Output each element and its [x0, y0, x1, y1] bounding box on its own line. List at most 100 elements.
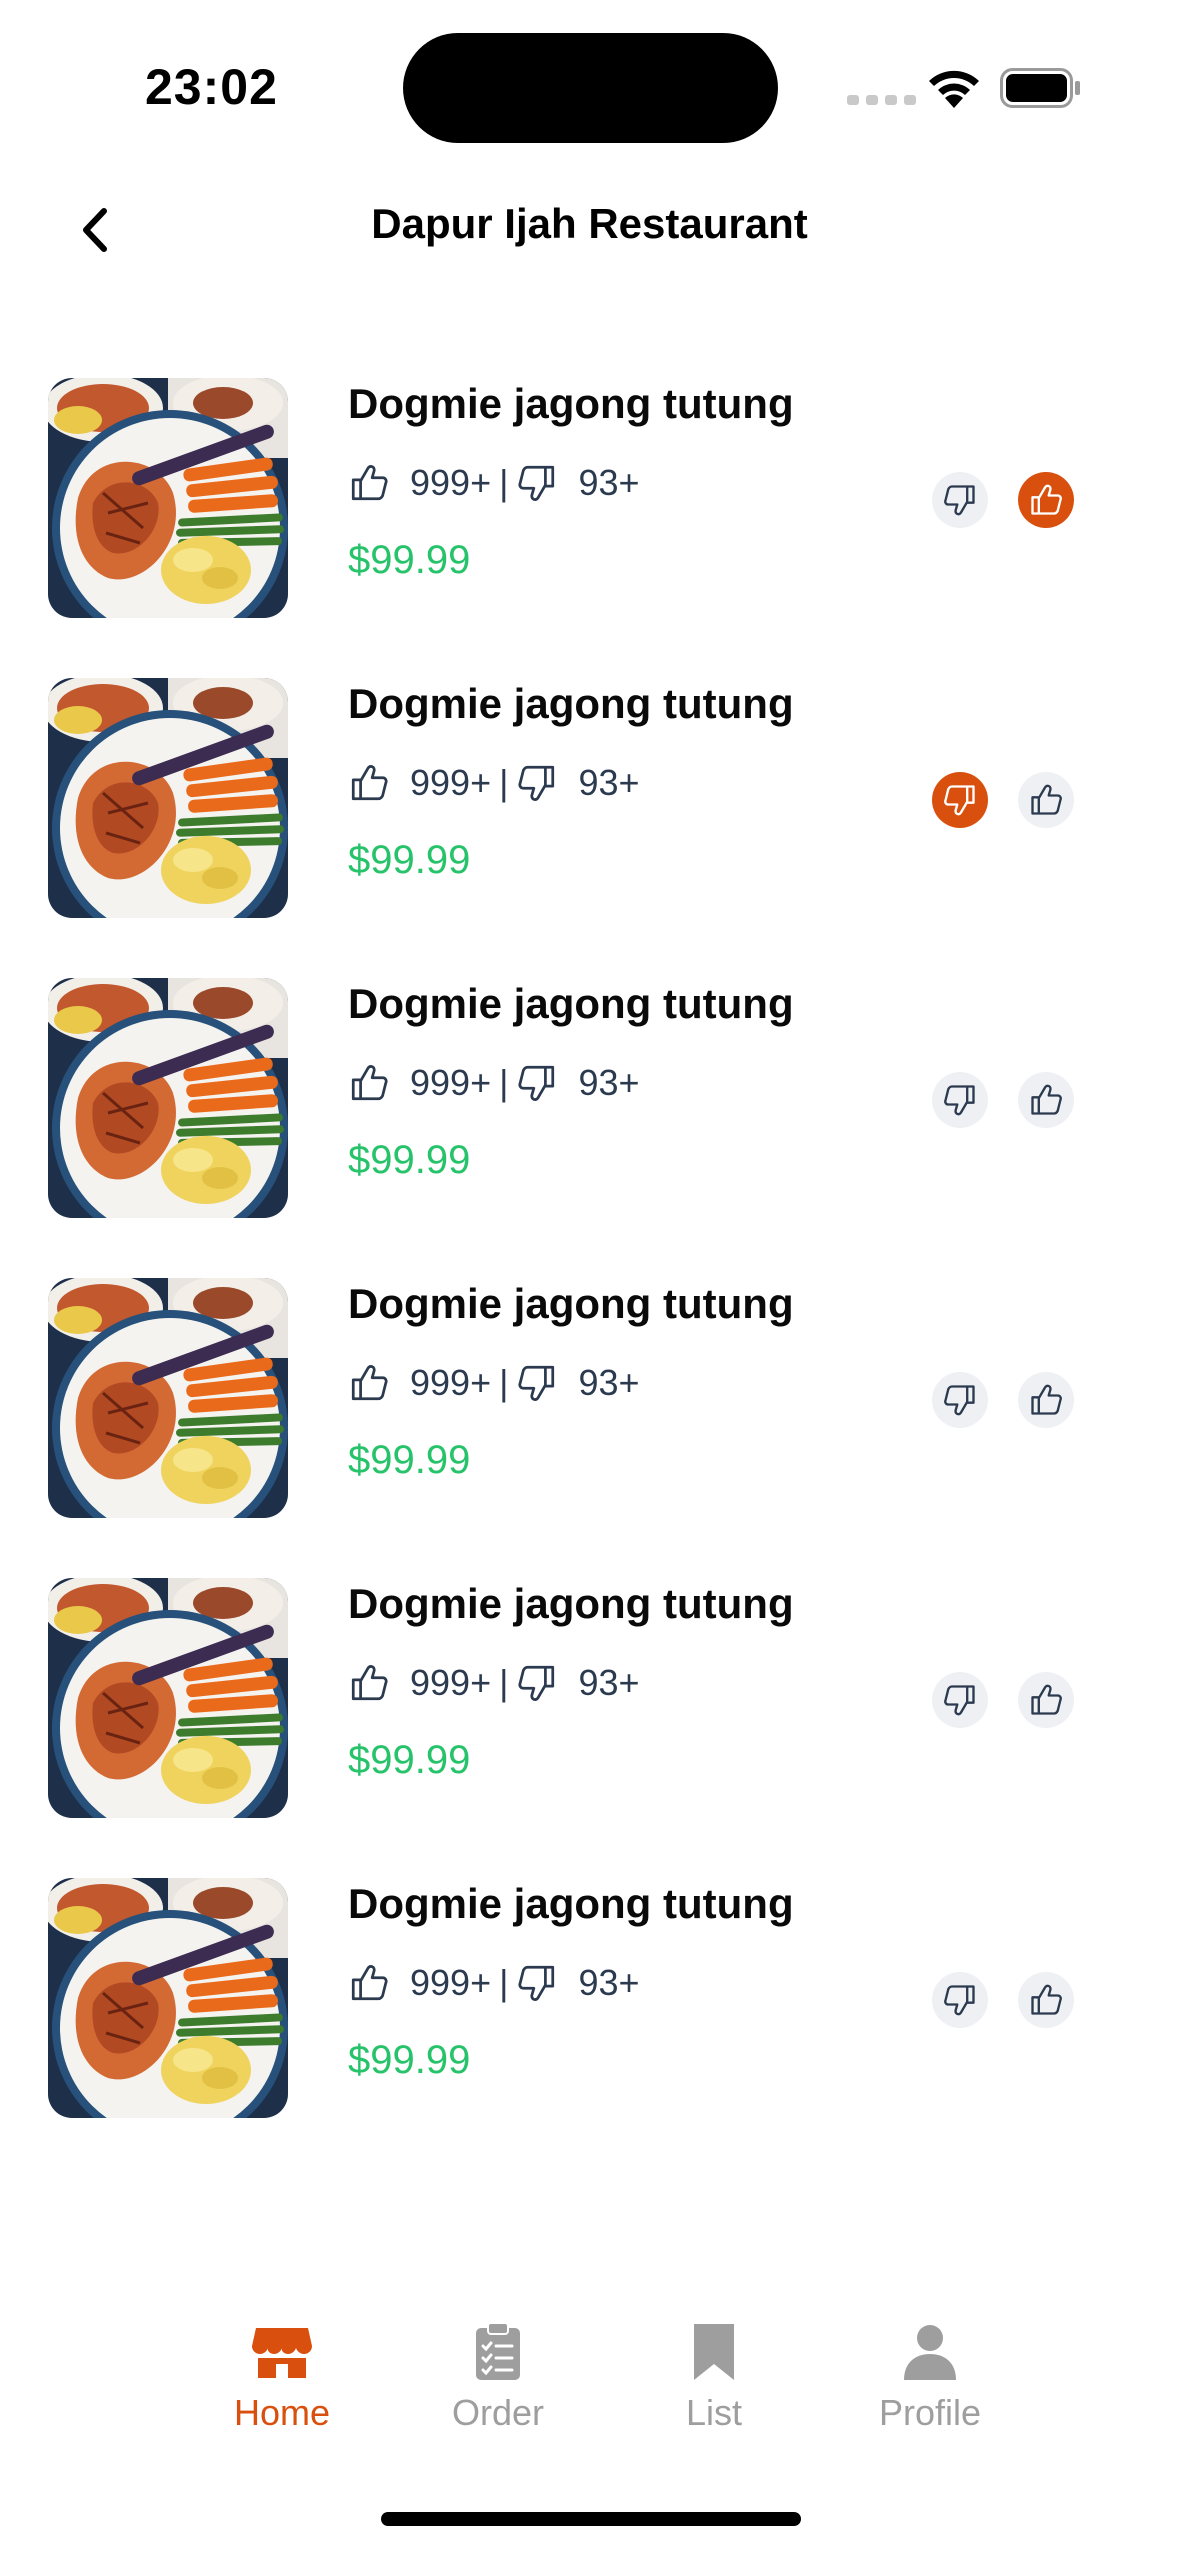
like-count: 999+ — [410, 1362, 492, 1403]
item-price: $99.99 — [348, 2038, 471, 2082]
menu-item[interactable]: Dogmie jagong tutung 999+ | 93+ $99.99 — [0, 970, 1179, 1230]
dislike-button[interactable] — [932, 1972, 988, 2028]
dislike-button[interactable] — [932, 1672, 988, 1728]
dislike-button[interactable] — [932, 472, 988, 528]
item-price: $99.99 — [348, 1138, 471, 1182]
food-image — [48, 1578, 288, 1818]
dislike-count: 93+ — [578, 1962, 640, 2003]
page-title: Dapur Ijah Restaurant — [371, 200, 808, 247]
dislike-count: 93+ — [578, 1062, 640, 1103]
stats-separator: | — [499, 762, 509, 803]
item-price: $99.99 — [348, 838, 471, 882]
stats-separator: | — [499, 1062, 509, 1103]
thumbs-down-icon — [942, 782, 978, 818]
dynamic-island — [403, 33, 778, 143]
like-count: 999+ — [410, 462, 492, 503]
tab-label: Order — [451, 2392, 545, 2433]
tab-label: Profile — [878, 2392, 982, 2433]
item-name: Dogmie jagong tutung — [348, 1580, 794, 1627]
like-button[interactable] — [1018, 1372, 1074, 1428]
item-name: Dogmie jagong tutung — [348, 1880, 794, 1927]
tab-order[interactable]: Order — [418, 2320, 578, 2434]
thumbs-up-icon — [1028, 1382, 1064, 1418]
person-icon — [898, 2320, 962, 2384]
menu-item[interactable]: Dogmie jagong tutung 999+ | 93+ $99.99 — [0, 1570, 1179, 1830]
tab-label: List — [685, 2392, 743, 2433]
like-count: 999+ — [410, 1662, 492, 1703]
status-time: 23:02 — [145, 59, 278, 115]
food-image — [48, 678, 288, 918]
menu-item[interactable]: Dogmie jagong tutung 999+ | 93+ $99.99 — [0, 1270, 1179, 1530]
like-count: 999+ — [410, 1962, 492, 2003]
thumbs-down-icon — [942, 1382, 978, 1418]
item-stats: 999+ | 93+ — [348, 1062, 640, 1104]
stats-separator: | — [499, 1362, 509, 1403]
thumbs-up-icon — [348, 1662, 390, 1704]
item-name: Dogmie jagong tutung — [348, 1280, 794, 1327]
thumbs-up-icon — [348, 1962, 390, 2004]
thumbs-up-icon — [1028, 1682, 1064, 1718]
thumbs-up-icon — [1028, 482, 1064, 518]
cellular-signal-icon — [847, 95, 916, 105]
item-stats: 999+ | 93+ — [348, 462, 640, 504]
thumbs-down-icon — [942, 482, 978, 518]
stats-separator: | — [499, 462, 509, 503]
dislike-button[interactable] — [932, 772, 988, 828]
thumbs-down-icon — [516, 762, 558, 804]
item-price: $99.99 — [348, 1438, 471, 1482]
like-count: 999+ — [410, 1062, 492, 1103]
dislike-count: 93+ — [578, 1362, 640, 1403]
dislike-count: 93+ — [578, 1662, 640, 1703]
thumbs-up-icon — [1028, 782, 1064, 818]
thumbs-down-icon — [942, 1682, 978, 1718]
menu-item[interactable]: Dogmie jagong tutung 999+ | 93+ $99.99 — [0, 670, 1179, 930]
wifi-icon — [929, 70, 979, 108]
store-icon — [250, 2320, 314, 2384]
like-button[interactable] — [1018, 1072, 1074, 1128]
home-indicator — [381, 2512, 801, 2526]
item-stats: 999+ | 93+ — [348, 1962, 640, 2004]
item-stats: 999+ | 93+ — [348, 762, 640, 804]
thumbs-up-icon — [348, 1062, 390, 1104]
like-button[interactable] — [1018, 1972, 1074, 2028]
thumbs-down-icon — [516, 1962, 558, 2004]
dislike-button[interactable] — [932, 1072, 988, 1128]
item-name: Dogmie jagong tutung — [348, 680, 794, 727]
tab-label: Home — [233, 2392, 331, 2433]
clipboard-icon — [466, 2320, 530, 2384]
item-stats: 999+ | 93+ — [348, 1662, 640, 1704]
like-count: 999+ — [410, 762, 492, 803]
item-name: Dogmie jagong tutung — [348, 380, 794, 427]
tab-bar: Home Order List Profile — [0, 2320, 1179, 2460]
item-price: $99.99 — [348, 538, 471, 582]
item-stats: 999+ | 93+ — [348, 1362, 640, 1404]
tab-list[interactable]: List — [634, 2320, 794, 2434]
thumbs-down-icon — [942, 1082, 978, 1118]
bookmark-icon — [682, 2320, 746, 2384]
status-bar: 23:02 — [0, 0, 1179, 150]
stats-separator: | — [499, 1662, 509, 1703]
like-button[interactable] — [1018, 1672, 1074, 1728]
food-image — [48, 978, 288, 1218]
like-button[interactable] — [1018, 772, 1074, 828]
thumbs-up-icon — [348, 762, 390, 804]
dislike-count: 93+ — [578, 462, 640, 503]
thumbs-down-icon — [942, 1982, 978, 2018]
dislike-count: 93+ — [578, 762, 640, 803]
tab-profile[interactable]: Profile — [850, 2320, 1010, 2434]
stats-separator: | — [499, 1962, 509, 2003]
dislike-button[interactable] — [932, 1372, 988, 1428]
food-image — [48, 378, 288, 618]
item-name: Dogmie jagong tutung — [348, 980, 794, 1027]
menu-item[interactable]: Dogmie jagong tutung 999+ | 93+ $99.99 — [0, 370, 1179, 630]
food-image — [48, 1878, 288, 2118]
thumbs-up-icon — [348, 462, 390, 504]
battery-icon — [1000, 68, 1080, 108]
thumbs-down-icon — [516, 462, 558, 504]
menu-item[interactable]: Dogmie jagong tutung 999+ | 93+ $99.99 — [0, 1870, 1179, 2130]
thumbs-up-icon — [1028, 1982, 1064, 2018]
thumbs-down-icon — [516, 1062, 558, 1104]
like-button[interactable] — [1018, 472, 1074, 528]
food-image — [48, 1278, 288, 1518]
tab-home[interactable]: Home — [202, 2320, 362, 2434]
